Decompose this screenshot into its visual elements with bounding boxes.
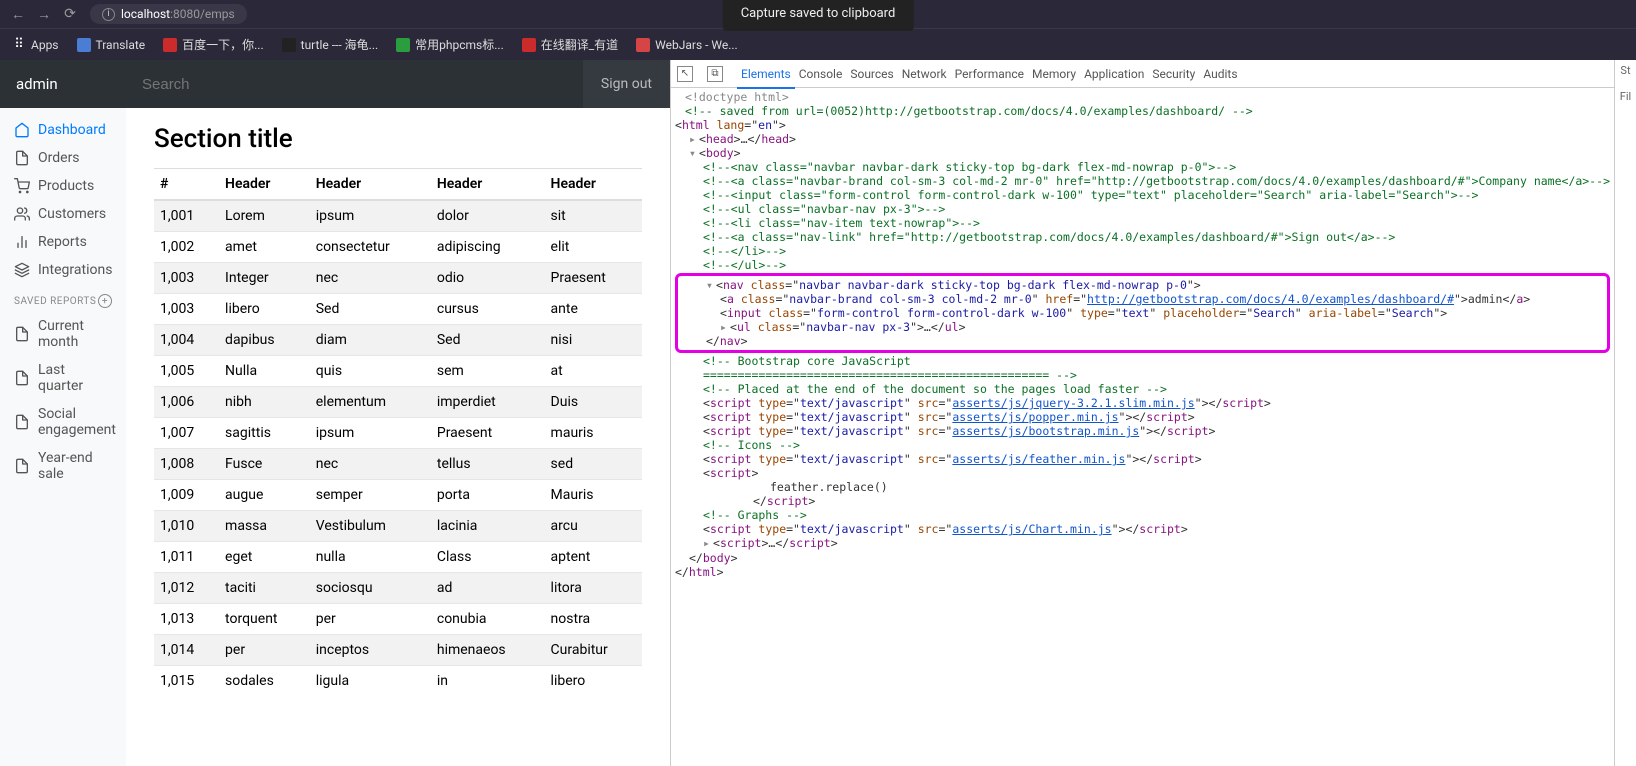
sidebar-item-integrations[interactable]: Integrations [0, 256, 126, 284]
devtools-tab-application[interactable]: Application [1080, 61, 1148, 87]
sidebar-item-reports[interactable]: Reports [0, 228, 126, 256]
table-row: 1,010massaVestibulumlaciniaarcu [154, 511, 642, 542]
content: Section title #HeaderHeaderHeaderHeader … [126, 108, 670, 766]
table-row: 1,013torquentperconubianostra [154, 604, 642, 635]
sidebar-item-label: Customers [38, 206, 106, 222]
data-table: #HeaderHeaderHeaderHeader 1,001Loremipsu… [154, 169, 642, 696]
forward-button[interactable]: → [34, 4, 54, 24]
file-icon [14, 458, 30, 474]
products-icon [14, 178, 30, 194]
file-icon [14, 414, 30, 430]
sidebar-item-orders[interactable]: Orders [0, 144, 126, 172]
device-icon[interactable]: ⧉ [707, 66, 723, 82]
table-header: Header [431, 169, 545, 200]
bookmarks-bar: ⠿Apps Translate 百度一下，你... turtle --- 海龟...… [0, 28, 1636, 60]
sidebar-item-label: Reports [38, 234, 87, 250]
table-header: Header [545, 169, 642, 200]
table-header: # [154, 169, 219, 200]
sidebar-item-label: Orders [38, 150, 80, 166]
table-row: 1,003IntegernecodioPraesent [154, 263, 642, 294]
saved-report-item[interactable]: Social engagement [0, 400, 126, 444]
devtools-tab-memory[interactable]: Memory [1028, 61, 1080, 87]
file-icon [14, 326, 30, 342]
table-row: 1,011egetnullaClassaptent [154, 542, 642, 573]
saved-report-item[interactable]: Current month [0, 312, 126, 356]
table-row: 1,003liberoSedcursusante [154, 294, 642, 325]
devtools-side-panel: St Fil [1614, 60, 1636, 766]
back-button[interactable]: ← [8, 4, 28, 24]
sidebar-item-customers[interactable]: Customers [0, 200, 126, 228]
devtools-tabs: ↖ ⧉ ElementsConsoleSourcesNetworkPerform… [671, 60, 1614, 88]
table-header: Header [310, 169, 431, 200]
bookmark-item[interactable]: 百度一下，你... [163, 36, 264, 53]
sidebar-item-label: Products [38, 178, 94, 194]
bookmark-item[interactable]: Translate [77, 38, 146, 52]
address-bar[interactable]: i localhost:8080/emps [90, 4, 247, 24]
url-host: localhost [121, 7, 170, 21]
dashboard-icon [14, 122, 30, 138]
saved-report-item[interactable]: Year-end sale [0, 444, 126, 488]
section-title: Section title [154, 118, 642, 169]
table-row: 1,008Fuscenectellussed [154, 449, 642, 480]
page-viewport: admin Sign out Dashboard Orders Products Cu… [0, 60, 670, 766]
devtools-tab-performance[interactable]: Performance [951, 61, 1028, 87]
sidebar: Dashboard Orders Products Customers Reports I… [0, 108, 126, 766]
plus-icon[interactable]: + [98, 294, 112, 308]
devtools-tab-console[interactable]: Console [795, 61, 847, 87]
table-header: Header [219, 169, 310, 200]
navbar: admin Sign out [0, 60, 670, 108]
devtools-panel: ↖ ⧉ ElementsConsoleSourcesNetworkPerform… [670, 60, 1636, 766]
table-row: 1,001Loremipsumdolorsit [154, 200, 642, 232]
toast-notification: Capture saved to clipboard [723, 0, 914, 31]
table-row: 1,005Nullaquissemat [154, 356, 642, 387]
sidebar-item-products[interactable]: Products [0, 172, 126, 200]
devtools-tab-elements[interactable]: Elements [737, 61, 795, 89]
customers-icon [14, 206, 30, 222]
table-row: 1,015sodalesligulainlibero [154, 666, 642, 697]
saved-report-item[interactable]: Last quarter [0, 356, 126, 400]
reload-button[interactable]: ⟳ [60, 4, 80, 24]
inspect-icon[interactable]: ↖ [677, 66, 693, 82]
bookmark-item[interactable]: WebJars - We... [636, 38, 738, 52]
signout-link[interactable]: Sign out [583, 76, 670, 92]
devtools-elements-tree[interactable]: <!doctype html><!-- saved from url=(0052… [671, 88, 1614, 766]
devtools-tab-network[interactable]: Network [898, 61, 951, 87]
table-row: 1,009auguesemperportaMauris [154, 480, 642, 511]
devtools-tab-sources[interactable]: Sources [846, 61, 897, 87]
devtools-tab-audits[interactable]: Audits [1199, 61, 1241, 87]
table-row: 1,004dapibusdiamSednisi [154, 325, 642, 356]
table-row: 1,014perinceptoshimenaeosCurabitur [154, 635, 642, 666]
file-icon [14, 370, 30, 386]
bookmark-item[interactable]: 常用phpcms标... [396, 36, 504, 53]
integrations-icon [14, 262, 30, 278]
table-row: 1,007sagittisipsumPraesentmauris [154, 418, 642, 449]
sidebar-item-label: Integrations [38, 262, 112, 278]
orders-icon [14, 150, 30, 166]
navbar-brand[interactable]: admin [0, 60, 126, 108]
sidebar-item-label: Dashboard [38, 122, 106, 138]
search-input[interactable] [126, 60, 583, 108]
saved-reports-heading: SAVED REPORTS+ [0, 284, 126, 312]
devtools-tab-security[interactable]: Security [1148, 61, 1199, 87]
table-row: 1,012tacitisociosquadlitora [154, 573, 642, 604]
reports-icon [14, 234, 30, 250]
bookmark-item[interactable]: turtle --- 海龟... [282, 36, 379, 53]
sidebar-item-dashboard[interactable]: Dashboard [0, 116, 126, 144]
table-row: 1,006nibhelementumimperdietDuis [154, 387, 642, 418]
bookmark-item[interactable]: 在线翻译_有道 [522, 36, 618, 53]
table-row: 1,002ametconsecteturadipiscingelit [154, 232, 642, 263]
info-icon: i [102, 8, 115, 21]
apps-button[interactable]: ⠿Apps [12, 38, 59, 52]
